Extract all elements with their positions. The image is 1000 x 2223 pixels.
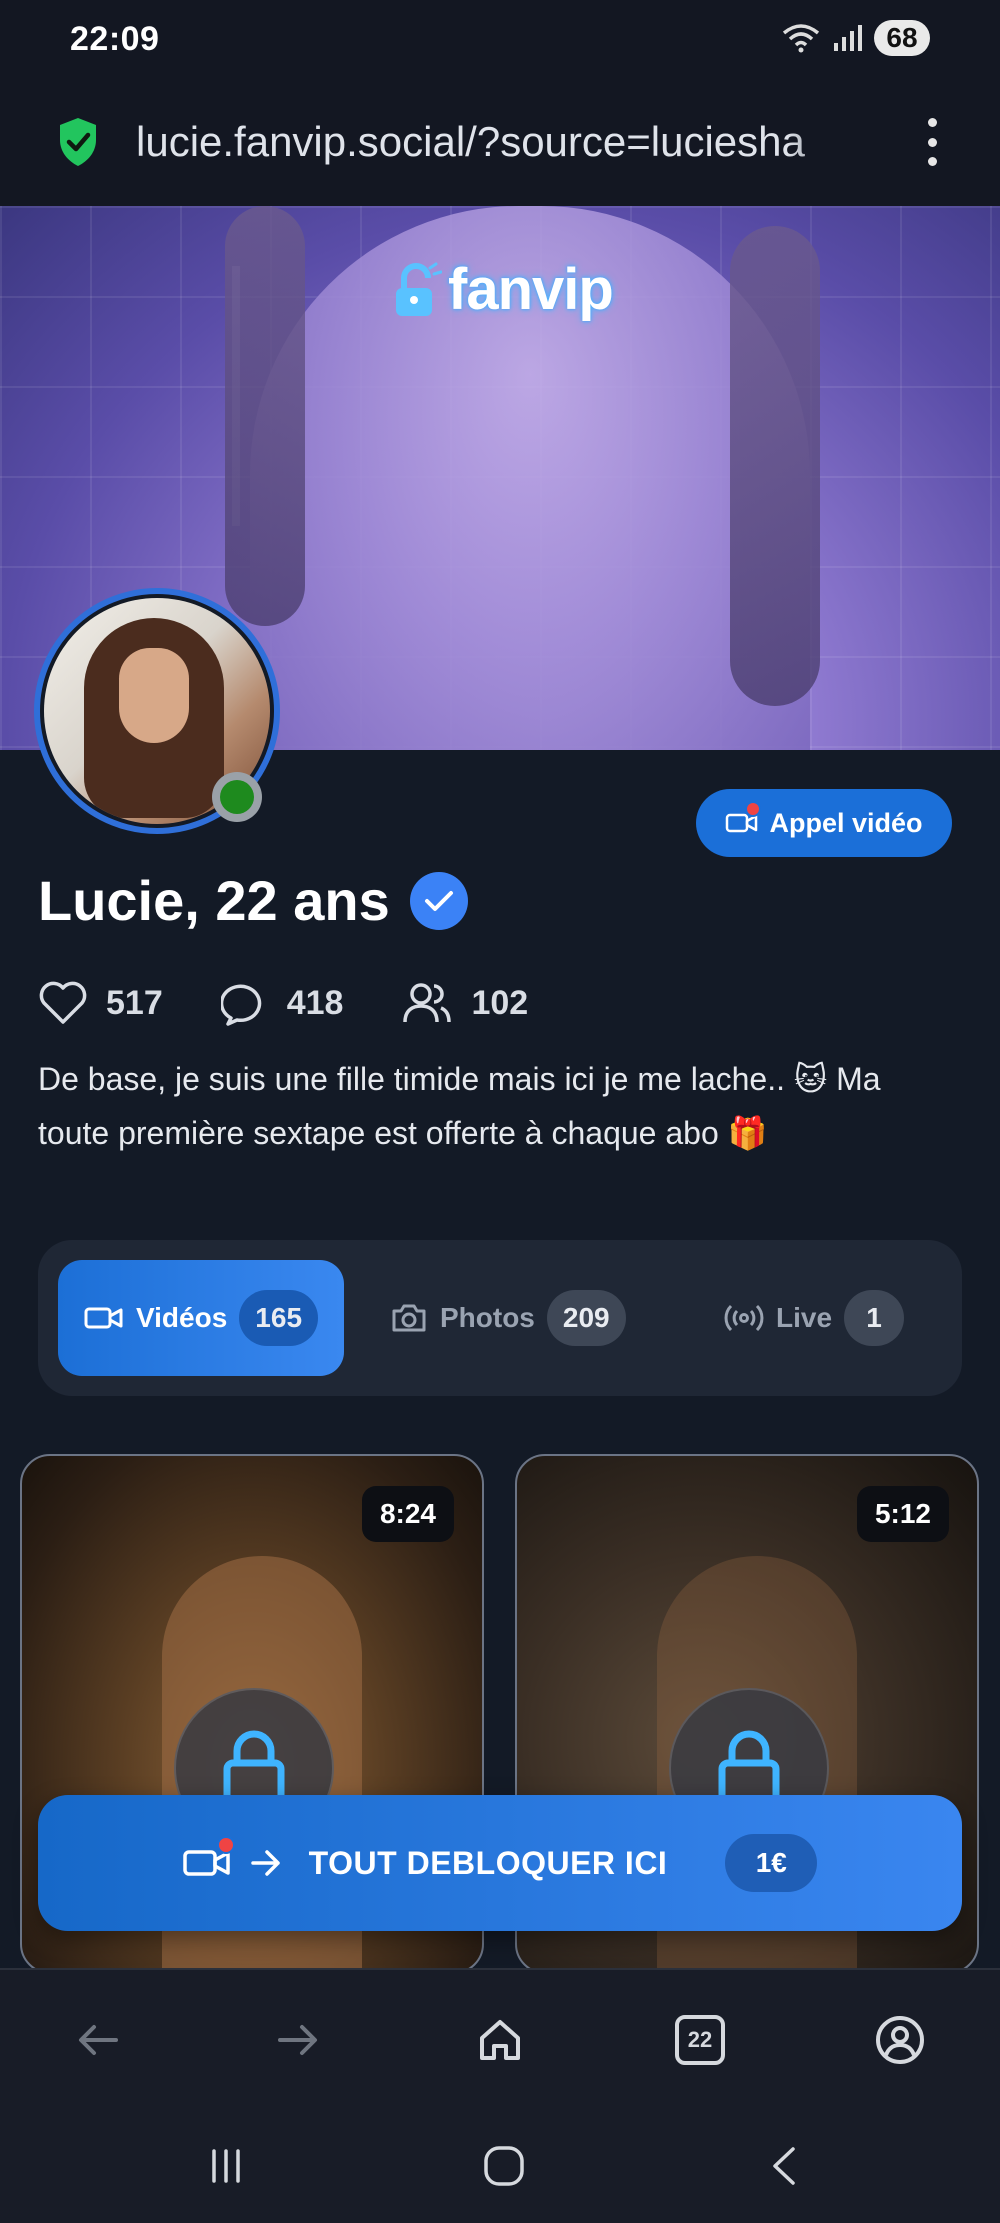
camera-icon (392, 1304, 426, 1332)
tab-count: 165 (239, 1290, 319, 1346)
logo-text: fanvip (448, 257, 614, 322)
verified-badge-icon (409, 871, 468, 930)
status-bar: 22:09 68 (0, 0, 1000, 82)
more-options-icon[interactable] (924, 118, 940, 166)
unlock-label: TOUT DEBLOQUER ICI (308, 1844, 668, 1881)
system-nav (0, 2108, 1000, 2223)
signal-icon (834, 25, 862, 51)
unlock-price: 1€ (725, 1834, 818, 1892)
video-call-label: Appel vidéo (769, 807, 923, 838)
broadcast-icon (724, 1304, 764, 1332)
tab-count: 1 (844, 1290, 905, 1346)
lock-logo-icon (396, 262, 442, 316)
video-icon (84, 1307, 123, 1329)
tab-videos[interactable]: Vidéos 165 (58, 1260, 344, 1376)
tab-count-label: 22 (675, 2015, 725, 2065)
fanvip-logo: fanvip (390, 256, 614, 323)
tab-count: 209 (546, 1290, 626, 1346)
profile-stats: 517 418 102 (38, 980, 586, 1026)
tab-label: Photos (440, 1302, 535, 1333)
comments-count: 418 (286, 983, 344, 1022)
comment-icon (220, 984, 261, 1026)
home-icon[interactable] (468, 2008, 532, 2072)
unlock-all-button[interactable]: TOUT DEBLOQUER ICI 1€ (38, 1795, 962, 1931)
video-duration: 5:12 (856, 1486, 949, 1542)
recent-apps-icon[interactable] (196, 2136, 256, 2196)
status-time: 22:09 (70, 20, 160, 58)
users-icon (403, 983, 452, 1023)
home-button-icon[interactable] (474, 2136, 534, 2196)
page: 22:09 68 lucie.fanvip.social/?source=luc… (0, 0, 1000, 2223)
video-duration: 8:24 (361, 1486, 454, 1542)
subscribers-count: 102 (471, 983, 529, 1022)
url-text[interactable]: lucie.fanvip.social/?source=luciesha (136, 118, 876, 166)
battery-indicator: 68 (874, 20, 930, 56)
heart-icon (39, 981, 87, 1024)
browser-nav: 22 (0, 1968, 1000, 2108)
status-icons: 68 (782, 20, 930, 56)
profile-bio: De base, je suis une fille timide mais i… (38, 1061, 881, 1151)
tab-label: Live (776, 1302, 833, 1333)
likes-count: 517 (106, 983, 163, 1022)
wifi-icon (782, 24, 820, 53)
profile-name: Lucie, 22 ans (38, 869, 390, 932)
tab-label: Vidéos (135, 1302, 228, 1333)
comments-stat[interactable]: 418 (220, 980, 344, 1026)
url-bar[interactable]: lucie.fanvip.social/?source=luciesha (0, 82, 1000, 206)
notification-dot (216, 1836, 235, 1854)
profile-name-row: Lucie, 22 ans (38, 868, 468, 933)
video-call-button[interactable]: Appel vidéo (696, 789, 952, 857)
likes-stat[interactable]: 517 (38, 980, 163, 1026)
arrow-right-icon (250, 1850, 280, 1876)
system-back-icon[interactable] (754, 2136, 814, 2196)
tabs-icon[interactable]: 22 (668, 2008, 732, 2072)
back-icon[interactable] (66, 2008, 130, 2072)
video-call-icon (725, 801, 762, 835)
tab-live[interactable]: Live 1 (724, 1260, 924, 1376)
video-camera-icon (182, 1836, 235, 1880)
tab-photos[interactable]: Photos 209 (390, 1260, 650, 1376)
secure-shield-icon[interactable] (56, 116, 100, 173)
subscribers-stat[interactable]: 102 (401, 980, 528, 1026)
forward-icon[interactable] (266, 2008, 330, 2072)
account-icon[interactable] (868, 2008, 932, 2072)
content-tabs: Vidéos 165 Photos 209 Live 1 (38, 1240, 962, 1396)
online-status-dot (212, 772, 262, 822)
